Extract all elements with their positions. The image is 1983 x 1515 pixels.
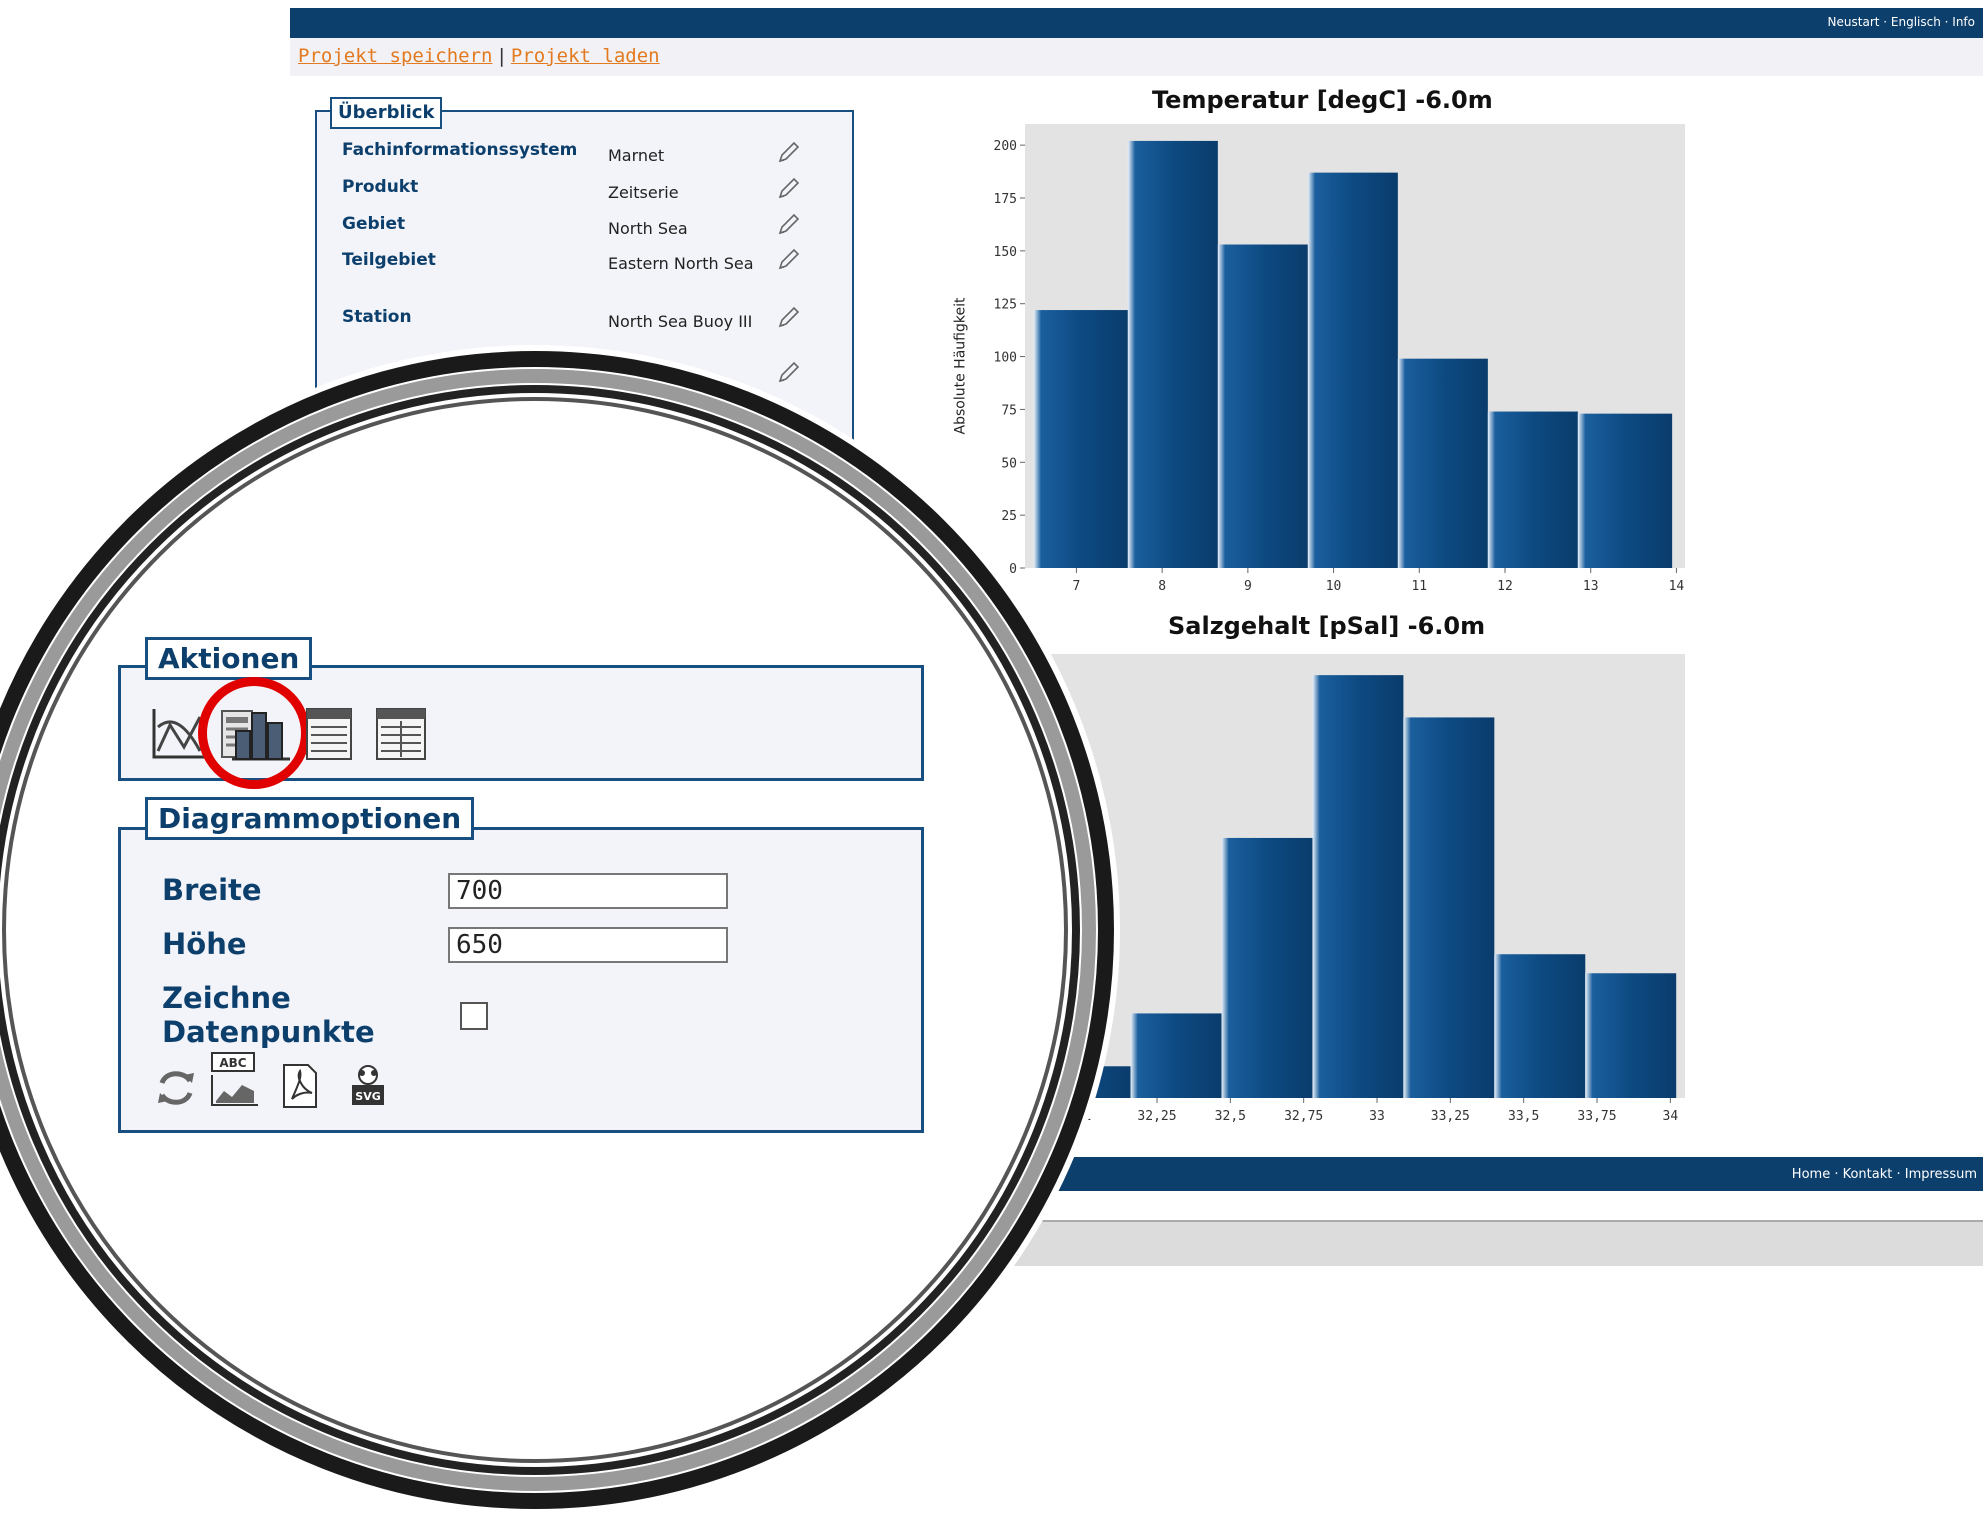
chart-title-salinity: Salzgehalt [pSal] -6.0m xyxy=(1168,612,1486,640)
height-input[interactable] xyxy=(448,927,728,963)
data-table-icon[interactable] xyxy=(305,707,353,761)
x-tick-label: 7 xyxy=(1073,579,1081,594)
svg-text:SVG: SVG xyxy=(355,1090,380,1103)
data-table-alt-icon[interactable] xyxy=(375,707,427,761)
histogram-bar xyxy=(1585,973,1677,1098)
height-label: Höhe xyxy=(162,927,247,961)
histogram-bar xyxy=(1494,954,1586,1098)
datapoints-label-line1: Zeichne xyxy=(162,981,291,1015)
x-tick-label: 13 xyxy=(1583,579,1599,594)
browser-status-bar xyxy=(1000,1220,1983,1266)
footer-links[interactable]: Home · Kontakt · Impressum xyxy=(1792,1167,1977,1182)
x-tick-label: 34 xyxy=(1663,1109,1679,1124)
top-bar: Neustart · Englisch · Info xyxy=(290,8,1983,38)
top-links[interactable]: Neustart · Englisch · Info xyxy=(1828,15,1975,29)
svg-export-icon[interactable]: SVG xyxy=(348,1063,388,1109)
histogram-icon[interactable] xyxy=(230,707,292,761)
y-tick-label: 175 xyxy=(994,192,1017,207)
overview-value-product: Zeitserie xyxy=(608,183,679,202)
width-label: Breite xyxy=(162,873,262,907)
edit-pencil-icon[interactable] xyxy=(775,140,801,166)
histogram-bar xyxy=(1127,140,1218,568)
y-tick-label: 150 xyxy=(994,245,1017,260)
histogram-bar xyxy=(1577,413,1673,568)
x-tick-label: 9 xyxy=(1244,579,1252,594)
y-tick-label: 50 xyxy=(1001,456,1017,471)
overview-label-product: Produkt xyxy=(342,177,419,197)
actions-title: Aktionen xyxy=(145,637,313,680)
histogram-bar xyxy=(1033,310,1128,568)
x-tick-label: 33,75 xyxy=(1577,1109,1616,1124)
refresh-icon[interactable] xyxy=(154,1065,198,1109)
x-tick-label: 10 xyxy=(1326,579,1342,594)
x-tick-label: 33,5 xyxy=(1508,1109,1539,1124)
overview-label-subarea: Teilgebiet xyxy=(342,250,436,270)
y-tick-label: 125 xyxy=(994,298,1017,313)
datapoints-label: Zeichne Datenpunkte xyxy=(162,981,375,1049)
y-tick-label: 0 xyxy=(1009,562,1017,577)
temperature-histogram: 0 25 50 75 100 125 150 175 200 7 8 9 10 11 12 13 14 xyxy=(994,124,1685,594)
overview-value-system: Marnet xyxy=(608,146,665,165)
edit-pencil-icon[interactable] xyxy=(775,305,801,331)
overview-label-area: Gebiet xyxy=(342,214,406,234)
overview-value-station: North Sea Buoy III xyxy=(608,312,753,331)
overview-label-station: Station xyxy=(342,307,412,327)
y-tick-label: 100 xyxy=(994,351,1017,366)
x-tick-label: 33 xyxy=(1369,1109,1385,1124)
histogram-bar xyxy=(1221,837,1313,1098)
x-tick-label: 12 xyxy=(1497,579,1513,594)
edit-pencil-icon[interactable] xyxy=(775,360,801,386)
diagram-options-title: Diagrammoptionen xyxy=(145,797,475,840)
x-tick-label: 11 xyxy=(1411,579,1427,594)
save-project-link[interactable]: Projekt speichern xyxy=(298,45,492,67)
footer-bar: Home · Kontakt · Impressum xyxy=(1020,1157,1983,1191)
datapoints-checkbox[interactable] xyxy=(460,1002,488,1030)
datapoints-label-line2: Datenpunkte xyxy=(162,1015,375,1049)
edit-pencil-icon[interactable] xyxy=(775,176,801,202)
svg-text:ABC: ABC xyxy=(219,1056,246,1070)
histogram-bar xyxy=(1130,1013,1222,1098)
chart-title-temperature: Temperatur [degC] -6.0m xyxy=(1152,86,1493,114)
overview-title: Überblick xyxy=(330,97,443,129)
x-tick-label: 32,25 xyxy=(1137,1109,1176,1124)
x-tick-label: 32,5 xyxy=(1215,1109,1246,1124)
x-tick-label: 33,25 xyxy=(1431,1109,1470,1124)
edit-pencil-icon[interactable] xyxy=(775,212,801,238)
overview-value-area: North Sea xyxy=(608,219,688,238)
pdf-export-icon[interactable] xyxy=(280,1063,320,1109)
histogram-bar xyxy=(1403,717,1495,1098)
x-tick-label: 32,75 xyxy=(1284,1109,1323,1124)
x-tick-label: 14 xyxy=(1669,579,1685,594)
histogram-bar xyxy=(1397,358,1488,568)
load-project-link[interactable]: Projekt laden xyxy=(511,45,660,67)
link-separator: | xyxy=(498,45,505,67)
histogram-bar xyxy=(1307,172,1398,568)
chart-ylabel: Absolute Häufigkeit xyxy=(952,297,969,435)
overview-value-subarea: Eastern North Sea xyxy=(608,254,754,273)
y-tick-label: 200 xyxy=(994,139,1017,154)
edit-pencil-icon[interactable] xyxy=(775,247,801,273)
chart-labels-icon[interactable]: ABC xyxy=(208,1051,260,1109)
magnifier-lens: Aktionen Diagrammoptionen Breite Höhe Ze… xyxy=(0,345,1120,1515)
y-tick-label: 75 xyxy=(1001,403,1017,418)
histogram-bar xyxy=(1217,244,1308,568)
histogram-bar xyxy=(1487,411,1578,568)
y-tick-label: 25 xyxy=(1001,509,1017,524)
project-link-bar: Projekt speichern | Projekt laden xyxy=(290,38,1983,76)
histogram-bar xyxy=(1312,675,1404,1098)
x-tick-label: 8 xyxy=(1158,579,1166,594)
width-input[interactable] xyxy=(448,873,728,909)
overview-label-system: Fachinformationssystem xyxy=(342,140,578,160)
